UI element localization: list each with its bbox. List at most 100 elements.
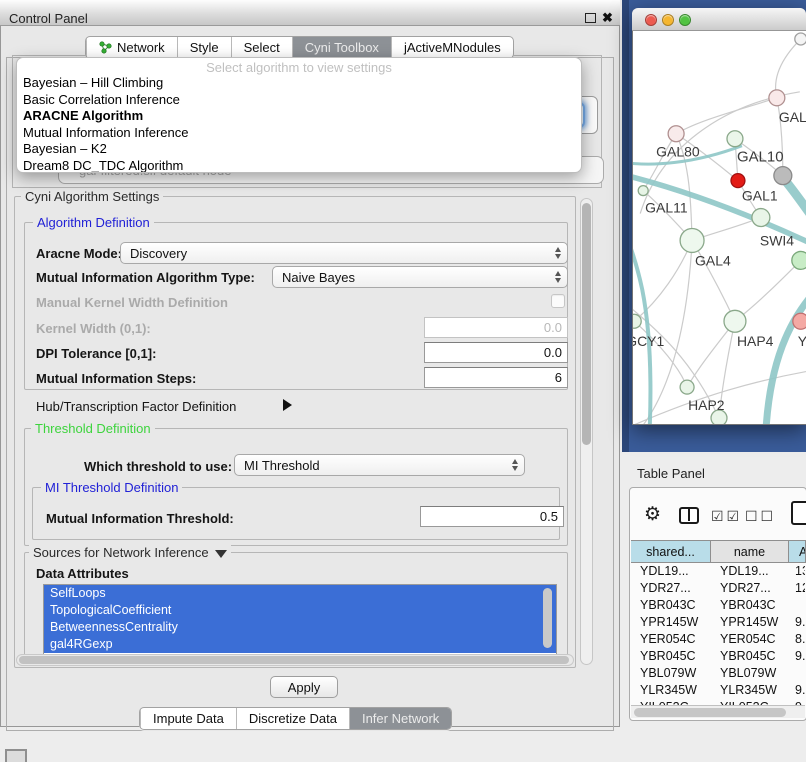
mi-threshold-group-title: MI Threshold Definition	[41, 480, 182, 495]
expand-arrow-icon[interactable]	[283, 399, 292, 411]
network-node[interactable]	[792, 251, 806, 269]
network-window-titlebar[interactable]	[632, 8, 806, 31]
mi-steps-field[interactable]: 6	[424, 367, 568, 388]
combo-arrows-icon	[555, 243, 561, 263]
apply-button[interactable]: Apply	[270, 676, 338, 698]
table-row[interactable]: YBR045C YBR045C 9.	[631, 648, 805, 665]
table-column-header[interactable]: shared...	[631, 541, 711, 562]
settings-horizontal-scrollbar[interactable]	[16, 654, 574, 666]
control-panel-title: Control Panel	[9, 11, 88, 26]
tab[interactable]: Select	[231, 37, 292, 58]
attributes-scrollbar-thumb[interactable]	[543, 588, 552, 648]
kernel-width-label: Kernel Width (0,1):	[36, 321, 151, 336]
network-node-label: GAL10	[737, 149, 784, 166]
network-node[interactable]	[633, 314, 641, 328]
network-node-label: GAL	[779, 109, 806, 125]
algorithm-dropdown-item[interactable]: Mutual Information Inference	[17, 125, 581, 142]
deselect-all-checkboxes-icon[interactable]: ☐☐	[745, 508, 776, 525]
algorithm-dropdown-item[interactable]: Basic Correlation Inference	[17, 92, 581, 109]
table-row[interactable]: YPR145W YPR145W 9.	[631, 614, 805, 631]
algorithm-dropdown-item[interactable]: Dream8 DC_TDC Algorithm	[17, 158, 581, 174]
algorithm-dropdown-placeholder: Select algorithm to view settings	[17, 61, 581, 75]
network-node[interactable]	[638, 186, 648, 196]
dpi-tolerance-field[interactable]: 0.0	[424, 342, 568, 363]
table-row[interactable]: YBR043C YBR043C	[631, 597, 805, 614]
mi-threshold-field[interactable]: 0.5	[420, 506, 564, 527]
which-threshold-label: Which threshold to use:	[84, 459, 232, 474]
tab[interactable]: Discretize Data	[236, 708, 349, 729]
tab[interactable]: Cyni Toolbox	[292, 37, 391, 58]
threshold-definition-title: Threshold Definition	[31, 421, 155, 436]
tab-label: Infer Network	[362, 711, 439, 726]
table-row[interactable]: YBL079W YBL079W	[631, 665, 805, 682]
settings-hscrollbar-thumb[interactable]	[19, 656, 569, 664]
network-node[interactable]	[680, 380, 694, 394]
network-node[interactable]	[731, 174, 745, 188]
attribute-list-item[interactable]: gal4RGexp	[44, 636, 556, 653]
network-graph: GALGAL80GAL10GAL1GAL11SWI4GAL4GCY1HAP4YH…	[633, 31, 806, 424]
network-node[interactable]	[769, 90, 785, 106]
mi-type-label: Mutual Information Algorithm Type:	[36, 270, 255, 285]
table-row[interactable]: YDL19... YDL19... 13	[631, 563, 805, 580]
network-node[interactable]	[727, 131, 743, 147]
mac-zoom-button[interactable]	[679, 14, 691, 26]
settings-vertical-scrollbar[interactable]	[580, 198, 593, 665]
mac-minimize-button[interactable]	[662, 14, 674, 26]
aracne-mode-label: Aracne Mode:	[36, 246, 122, 261]
aracne-mode-value: Discovery	[130, 246, 187, 261]
table-hscrollbar-thumb[interactable]	[634, 708, 786, 717]
aracne-mode-combo[interactable]: Discovery	[120, 242, 568, 264]
kernel-width-field[interactable]: 0.0	[424, 317, 568, 338]
sources-group-title: Sources for Network Inference	[29, 545, 231, 560]
table-row[interactable]: YDR27... YDR27... 12	[631, 580, 805, 597]
hub-section-label[interactable]: Hub/Transcription Factor Definition	[36, 399, 236, 414]
gear-icon[interactable]: ⚙	[644, 503, 661, 526]
table-row[interactable]: YLR345W YLR345W 9.	[631, 682, 805, 699]
table-column-header[interactable]: name	[711, 541, 789, 562]
table-row[interactable]: YER054C YER054C 8.	[631, 631, 805, 648]
tab[interactable]: Network	[86, 37, 177, 58]
network-node[interactable]	[774, 167, 792, 185]
mi-threshold-label: Mutual Information Threshold:	[46, 511, 234, 526]
algorithm-dropdown-item[interactable]: Bayesian – Hill Climbing	[17, 75, 581, 92]
tab[interactable]: Style	[177, 37, 231, 58]
tab[interactable]: Infer Network	[349, 708, 451, 729]
network-node[interactable]	[668, 126, 684, 142]
window-grip-icon[interactable]	[5, 749, 27, 762]
collapse-arrow-icon[interactable]	[215, 550, 227, 558]
tab[interactable]: Impute Data	[140, 708, 236, 729]
network-node[interactable]	[752, 209, 770, 227]
which-threshold-combo[interactable]: MI Threshold	[234, 454, 525, 476]
network-node[interactable]	[793, 313, 806, 329]
network-edges-strong	[633, 146, 806, 424]
algorithm-dropdown-item[interactable]: Bayesian – K2	[17, 141, 581, 158]
control-panel-titlebar[interactable]	[0, 0, 620, 26]
network-node[interactable]	[795, 33, 806, 45]
attribute-list-item[interactable]: TopologicalCoefficient	[44, 602, 556, 619]
manual-kernel-checkbox[interactable]	[551, 294, 565, 308]
columns-view-icon[interactable]	[679, 507, 699, 524]
attribute-list-item[interactable]: SelfLoops	[44, 585, 556, 602]
data-attributes-label: Data Attributes	[36, 566, 129, 581]
algorithm-dropdown-item[interactable]: ARACNE Algorithm	[17, 108, 581, 125]
mi-type-value: Naive Bayes	[282, 270, 355, 285]
close-icon[interactable]: ✖	[602, 10, 613, 26]
float-window-icon[interactable]	[585, 13, 596, 23]
attribute-list-item[interactable]: BetweennessCentrality	[44, 619, 556, 636]
table-horizontal-scrollbar[interactable]	[631, 705, 805, 718]
tab[interactable]: jActiveMNodules	[391, 37, 513, 58]
network-node-label: HAP2	[688, 397, 725, 413]
mac-close-button[interactable]	[645, 14, 657, 26]
network-node-label: GCY1	[633, 333, 664, 349]
network-canvas[interactable]: GALGAL80GAL10GAL1GAL11SWI4GAL4GCY1HAP4YH…	[633, 31, 806, 424]
settings-scrollbar-thumb[interactable]	[582, 203, 591, 445]
new-table-icon[interactable]	[791, 501, 806, 525]
network-node[interactable]	[724, 310, 746, 332]
mi-steps-label: Mutual Information Steps:	[36, 371, 196, 386]
table-column-header[interactable]: A	[789, 541, 806, 562]
bottom-tab-bar: Impute Data Discretize Data Infer Networ…	[139, 707, 452, 730]
network-node[interactable]	[680, 228, 704, 252]
mi-type-combo[interactable]: Naive Bayes	[272, 266, 568, 288]
network-node-label: GAL11	[645, 200, 688, 216]
select-all-checkboxes-icon[interactable]: ☑☑	[711, 508, 742, 525]
